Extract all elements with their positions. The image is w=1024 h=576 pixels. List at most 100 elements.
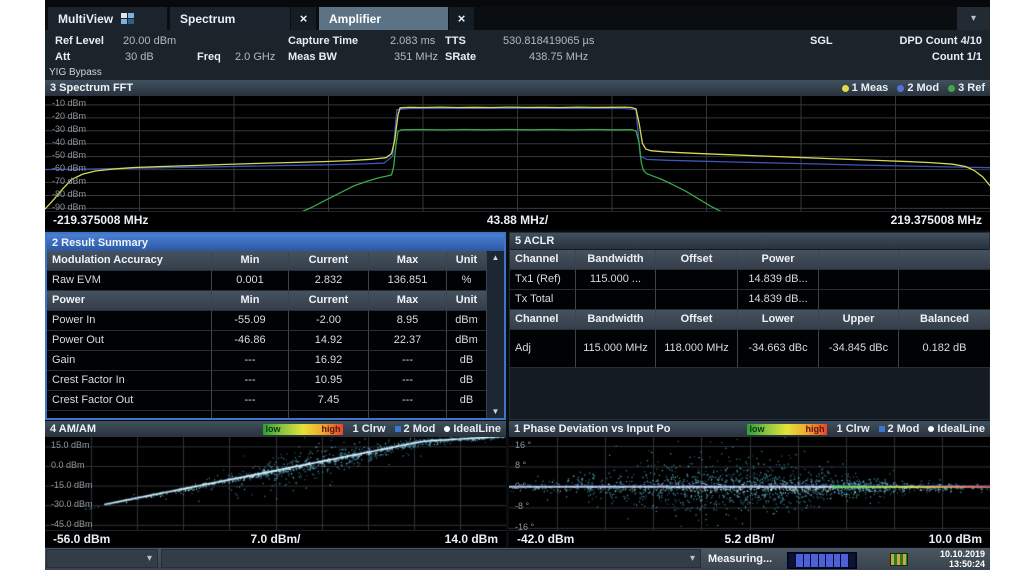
tab-overflow-button[interactable]: ▾ <box>957 7 990 30</box>
table-row[interactable]: Adj115.000 MHz118.000 MHz-34.663 dBc-34.… <box>510 330 990 368</box>
table-cell: 22.37 <box>369 331 447 351</box>
table-cell: -2.00 <box>289 311 369 331</box>
phase-plot-area[interactable]: 16 °8 °0 °-8 °-16 ° <box>509 437 990 530</box>
spectrum-traces <box>45 96 990 211</box>
scroll-up-icon[interactable]: ▲ <box>487 253 504 262</box>
aclr-title: 5 ACLR <box>515 233 554 249</box>
tab-spectrum[interactable]: Spectrum <box>170 7 290 30</box>
table-cell <box>47 411 212 418</box>
spectrum-fft-titlebar[interactable]: 3 Spectrum FFT 1 Meas2 Mod3 Ref <box>45 80 990 96</box>
srate-value[interactable]: 438.75 MHz <box>529 51 588 63</box>
progress-segment <box>796 554 802 567</box>
amam-title: 4 AM/AM <box>50 421 96 437</box>
multiview-grid-icon <box>121 13 134 24</box>
table-cell: -46.86 <box>212 331 289 351</box>
gradient-high-label: high <box>806 424 825 435</box>
table-row[interactable]: Tx1 (Ref)115.000 ...14.839 dB... <box>510 270 990 290</box>
table-cell <box>899 290 990 310</box>
column-header-cell: Current <box>289 251 369 271</box>
trace-marker-square <box>879 426 885 432</box>
column-header-cell: Bandwidth <box>576 310 656 330</box>
table-header-row[interactable]: Modulation AccuracyMinCurrentMaxUnit <box>47 251 487 271</box>
result-summary-title: 2 Result Summary <box>52 235 148 251</box>
count-indicator: Count 1/1 <box>932 51 982 63</box>
table-cell: dB <box>447 391 487 411</box>
result-summary-titlebar[interactable]: 2 Result Summary <box>47 234 504 251</box>
scroll-down-icon[interactable]: ▼ <box>487 407 504 416</box>
table-cell: --- <box>369 351 447 371</box>
table-cell: 14.839 dB... <box>738 290 819 310</box>
tab-multiview[interactable]: MultiView <box>48 7 167 30</box>
table-cell: 115.000 MHz <box>576 330 656 368</box>
legend-label: IdealLine <box>937 421 985 437</box>
srate-label: SRate <box>445 51 476 63</box>
time-label: 13:50:24 <box>940 559 985 569</box>
table-row[interactable]: Raw EVM0.0012.832136.851% <box>47 271 487 291</box>
amam-x-axis: -56.0 dBm 7.0 dBm/ 14.0 dBm <box>45 530 506 547</box>
tab-amplifier[interactable]: Amplifier <box>319 7 448 30</box>
meas-bw-value[interactable]: 351 MHz <box>394 51 438 63</box>
measurement-progress-bar <box>787 552 857 569</box>
table-cell: Raw EVM <box>47 271 212 291</box>
column-header-cell: Lower <box>738 310 819 330</box>
heatmap-gradient-scale: low high <box>263 424 343 435</box>
spectrum-fft-title: 3 Spectrum FFT <box>50 80 133 96</box>
chevron-down-icon: ▾ <box>690 553 695 564</box>
table-header-row[interactable]: ChannelBandwidthOffsetPower <box>510 250 990 270</box>
close-amplifier-tab-button[interactable]: × <box>448 7 474 30</box>
progress-segment <box>849 554 855 567</box>
column-header-cell: Current <box>289 291 369 311</box>
table-row[interactable]: Crest Factor Out---7.45---dB <box>47 391 487 411</box>
table-row[interactable]: Gain---16.92---dB <box>47 351 487 371</box>
legend-label: 3 Ref <box>958 80 985 96</box>
result-summary-scrollbar[interactable]: ▲ ▼ <box>486 251 504 418</box>
legend-label: 2 Mod <box>888 421 920 437</box>
ref-level-value[interactable]: 20.00 dBm <box>123 35 176 47</box>
column-header-cell: Power <box>47 291 212 311</box>
table-row[interactable]: Power In-55.09-2.008.95dBm <box>47 311 487 331</box>
column-header-cell: Channel <box>510 250 576 270</box>
spectrum-fft-window: 3 Spectrum FFT 1 Meas2 Mod3 Ref -10 dBm-… <box>45 80 990 229</box>
table-row[interactable]: Power Out-46.8614.9222.37dBm <box>47 331 487 351</box>
trace-marker-square <box>395 426 401 432</box>
table-header-row[interactable]: PowerMinCurrentMaxUnit <box>47 291 487 311</box>
table-cell: --- <box>212 391 289 411</box>
table-row[interactable] <box>47 411 487 418</box>
progress-segment <box>841 554 847 567</box>
phase-deviation-window: 1 Phase Deviation vs Input Po low high 1… <box>509 421 990 546</box>
amam-window: 4 AM/AM low high 1 Clrw2 ModIdealLine 15… <box>45 421 506 546</box>
spectrum-plot-area[interactable]: -10 dBm-20 dBm-30 dBm-40 dBm-50 dBm-60 d… <box>45 96 990 211</box>
att-value[interactable]: 30 dB <box>125 51 154 63</box>
status-dropdown-main[interactable]: ▾ <box>161 549 701 568</box>
amam-plot-area[interactable]: 15.0 dBm0.0 dBm-15.0 dBm-30.0 dBm-45.0 d… <box>45 437 506 530</box>
table-row[interactable]: Crest Factor In---10.95---dB <box>47 371 487 391</box>
spectrum-legend: 1 Meas2 Mod3 Ref <box>842 80 985 96</box>
chevron-down-icon: ▾ <box>147 553 152 564</box>
capture-time-value[interactable]: 2.083 ms <box>390 35 435 47</box>
legend-item: 2 Mod <box>879 421 920 437</box>
table-cell: 16.92 <box>289 351 369 371</box>
freq-value[interactable]: 2.0 GHz <box>235 51 275 63</box>
gradient-low-label: low <box>266 424 281 435</box>
column-header-cell: Offset <box>656 250 738 270</box>
table-row[interactable]: Tx Total14.839 dB... <box>510 290 990 310</box>
column-header-cell: Bandwidth <box>576 250 656 270</box>
tts-value[interactable]: 530.818419065 µs <box>503 35 594 47</box>
table-header-row[interactable]: ChannelBandwidthOffsetLowerUpperBalanced <box>510 310 990 330</box>
top-strip <box>45 0 990 7</box>
status-dropdown-left[interactable]: ▾ <box>46 549 158 568</box>
table-cell: 0.182 dB <box>899 330 990 368</box>
table-cell: -34.663 dBc <box>738 330 819 368</box>
close-spectrum-tab-button[interactable]: × <box>290 7 316 30</box>
phase-deviation-titlebar[interactable]: 1 Phase Deviation vs Input Po low high 1… <box>509 421 990 437</box>
result-summary-window: 2 Result Summary Modulation AccuracyMinC… <box>45 232 506 420</box>
table-cell <box>369 411 447 418</box>
table-cell: --- <box>369 391 447 411</box>
aclr-titlebar[interactable]: 5 ACLR <box>510 233 989 249</box>
tab-spectrum-label: Spectrum <box>180 12 235 26</box>
tts-label: TTS <box>445 35 466 47</box>
sgl-indicator: SGL <box>810 35 833 47</box>
tab-amplifier-label: Amplifier <box>329 12 381 26</box>
amam-titlebar[interactable]: 4 AM/AM low high 1 Clrw2 ModIdealLine <box>45 421 506 437</box>
legend-label: 1 Meas <box>852 80 889 96</box>
